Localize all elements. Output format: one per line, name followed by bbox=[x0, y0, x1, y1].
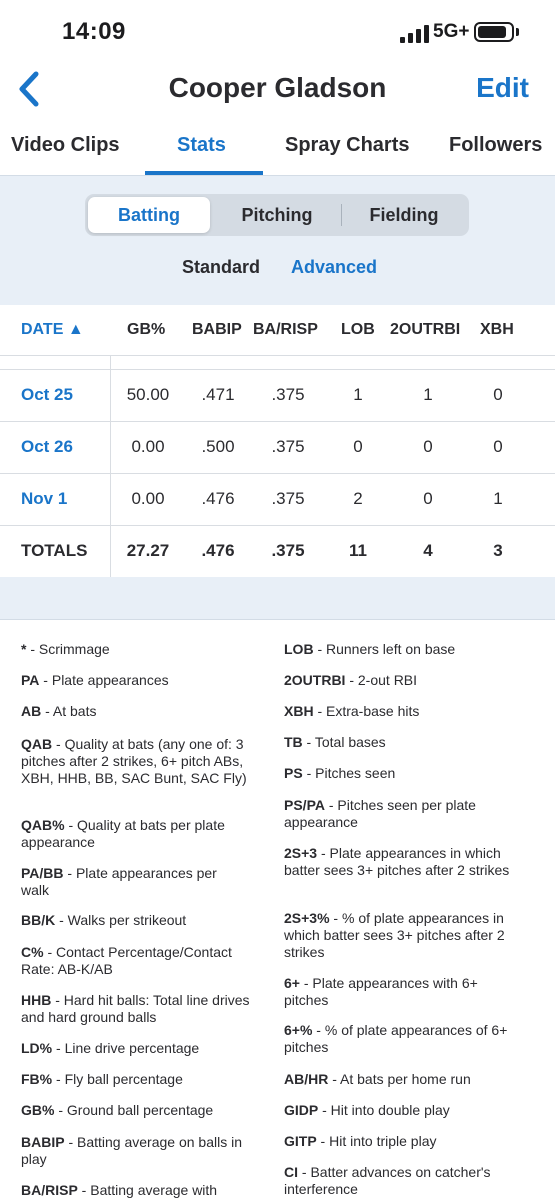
glossary-item: * - Scrimmage bbox=[21, 641, 110, 657]
cell-gb-pct: 0.00 bbox=[131, 489, 165, 508]
cell-xbh: 0 bbox=[493, 385, 503, 404]
glossary-item: PA - Plate appearances bbox=[21, 672, 169, 688]
table-row: Oct 25 50.00 .471 .375 1 1 0 bbox=[0, 370, 555, 422]
subtab-advanced[interactable]: Advanced bbox=[291, 257, 377, 278]
cell-date[interactable]: Oct 26 bbox=[21, 437, 73, 457]
glossary-item: PA/BB - Plate appearances per walk bbox=[21, 865, 217, 898]
cell-lob: 1 bbox=[353, 385, 363, 404]
cell-babip: .500 bbox=[201, 437, 235, 456]
column-header-lob[interactable]: LOB bbox=[341, 321, 375, 339]
glossary-item: C% - Contact Percentage/Contact Rate: AB… bbox=[21, 944, 232, 977]
column-header-ba-risp[interactable]: BA/RISP bbox=[253, 321, 318, 339]
cell-xbh: 1 bbox=[493, 489, 503, 508]
network-type: 5G+ bbox=[433, 21, 470, 42]
glossary-item: BB/K - Walks per strikeout bbox=[21, 912, 187, 928]
cell-gb-pct: 0.00 bbox=[131, 437, 165, 456]
glossary-item: QAB - Quality at bats (any one of: 3 pit… bbox=[21, 736, 247, 786]
glossary-item: 2S+3 - Plate appearances in which batter… bbox=[284, 845, 510, 878]
stats-glossary: * - Scrimmage PA - Plate appearances AB … bbox=[0, 619, 555, 1200]
nav-header: Cooper Gladson Edit bbox=[0, 62, 555, 116]
cell-ba-risp: .375 bbox=[271, 385, 305, 404]
status-time: 14:09 bbox=[62, 18, 126, 45]
cell-2outrbi: 0 bbox=[423, 489, 433, 508]
cell-lob: 11 bbox=[349, 541, 367, 560]
tab-video-clips[interactable]: Video Clips bbox=[11, 134, 120, 157]
table-row: Nov 1 0.00 .476 .375 2 0 1 bbox=[0, 474, 555, 526]
glossary-item: QAB% - Quality at bats per plate appeara… bbox=[21, 817, 225, 850]
cell-babip: .476 bbox=[201, 541, 235, 560]
cell-totals-label: TOTALS bbox=[21, 541, 88, 560]
column-header-date[interactable]: DATE ▲ bbox=[21, 321, 84, 339]
totals-row: TOTALS 27.27 .476 .375 11 4 3 bbox=[0, 526, 555, 578]
stats-filter-panel: Batting Pitching Fielding Standard Advan… bbox=[0, 175, 555, 305]
battery-cap bbox=[516, 28, 519, 36]
glossary-item: PS/PA - Pitches seen per plate appearanc… bbox=[284, 797, 476, 830]
column-header-babip[interactable]: BABIP bbox=[192, 321, 242, 339]
cell-lob: 0 bbox=[353, 437, 363, 456]
stat-type-segmented-control: Batting Pitching Fielding bbox=[85, 194, 469, 236]
column-header-xbh[interactable]: XBH bbox=[480, 321, 514, 339]
cell-lob: 2 bbox=[353, 489, 363, 508]
profile-tabs: Video Clips Stats Spray Charts Followers bbox=[0, 126, 555, 176]
header-divider bbox=[0, 355, 555, 356]
glossary-item: TB - Total bases bbox=[284, 734, 386, 750]
segment-fielding[interactable]: Fielding bbox=[342, 197, 466, 233]
edit-button[interactable]: Edit bbox=[476, 72, 529, 104]
cell-ba-risp: .375 bbox=[271, 489, 305, 508]
glossary-item: FB% - Fly ball percentage bbox=[21, 1071, 183, 1087]
glossary-item: BA/RISP - Batting average with bbox=[21, 1182, 218, 1198]
cell-2outrbi: 1 bbox=[423, 385, 433, 404]
cell-xbh: 0 bbox=[493, 437, 503, 456]
battery-icon bbox=[474, 22, 514, 42]
table-row: Oct 26 0.00 .500 .375 0 0 0 bbox=[0, 422, 555, 474]
column-header-gb-pct[interactable]: GB% bbox=[127, 321, 165, 339]
glossary-item: CI - Batter advances on catcher's interf… bbox=[284, 1164, 491, 1197]
stats-table: DATE ▲ GB% BABIP BA/RISP LOB 2OUTRBI XBH… bbox=[0, 305, 555, 577]
glossary-item: AB/HR - At bats per home run bbox=[284, 1071, 471, 1087]
glossary-item: AB - At bats bbox=[21, 703, 97, 719]
tab-spray-charts[interactable]: Spray Charts bbox=[285, 134, 410, 157]
glossary-item: HHB - Hard hit balls: Total line drives … bbox=[21, 992, 250, 1025]
tab-stats[interactable]: Stats bbox=[177, 134, 226, 157]
cell-ba-risp: .375 bbox=[271, 437, 305, 456]
tab-followers[interactable]: Followers bbox=[449, 134, 542, 157]
glossary-item: PS - Pitches seen bbox=[284, 765, 396, 781]
cell-2outrbi: 0 bbox=[423, 437, 433, 456]
glossary-item: 2S+3% - % of plate appearances in which … bbox=[284, 910, 505, 960]
glossary-item: XBH - Extra-base hits bbox=[284, 703, 420, 719]
glossary-item: LD% - Line drive percentage bbox=[21, 1040, 200, 1056]
subtab-standard[interactable]: Standard bbox=[182, 257, 260, 278]
glossary-item: GIDP - Hit into double play bbox=[284, 1102, 450, 1118]
cell-xbh: 3 bbox=[493, 541, 503, 560]
cell-babip: .471 bbox=[201, 385, 235, 404]
glossary-item: 2OUTRBI - 2-out RBI bbox=[284, 672, 418, 688]
segment-pitching[interactable]: Pitching bbox=[213, 197, 341, 233]
cell-ba-risp: .375 bbox=[271, 541, 305, 560]
cell-gb-pct: 27.27 bbox=[126, 541, 170, 560]
cell-2outrbi: 4 bbox=[423, 541, 433, 560]
glossary-item: GB% - Ground ball percentage bbox=[21, 1102, 214, 1118]
cell-babip: .476 bbox=[201, 489, 235, 508]
segment-batting[interactable]: Batting bbox=[88, 197, 210, 233]
glossary-item: 6+% - % of plate appearances of 6+ pitch… bbox=[284, 1022, 508, 1055]
column-header-2outrbi[interactable]: 2OUTRBI bbox=[390, 321, 465, 339]
cell-date[interactable]: Nov 1 bbox=[21, 489, 67, 509]
glossary-item: GITP - Hit into triple play bbox=[284, 1133, 437, 1149]
cell-gb-pct: 50.00 bbox=[126, 385, 170, 404]
cellular-signal-icon bbox=[400, 25, 429, 43]
glossary-item: LOB - Runners left on base bbox=[284, 641, 456, 657]
cell-date[interactable]: Oct 25 bbox=[21, 385, 73, 405]
status-bar: 14:09 5G+ bbox=[0, 0, 555, 62]
page-title: Cooper Gladson bbox=[168, 72, 387, 103]
glossary-item: 6+ - Plate appearances with 6+ pitches bbox=[284, 975, 478, 1008]
glossary-item: BABIP - Batting average on balls in play bbox=[21, 1134, 243, 1167]
